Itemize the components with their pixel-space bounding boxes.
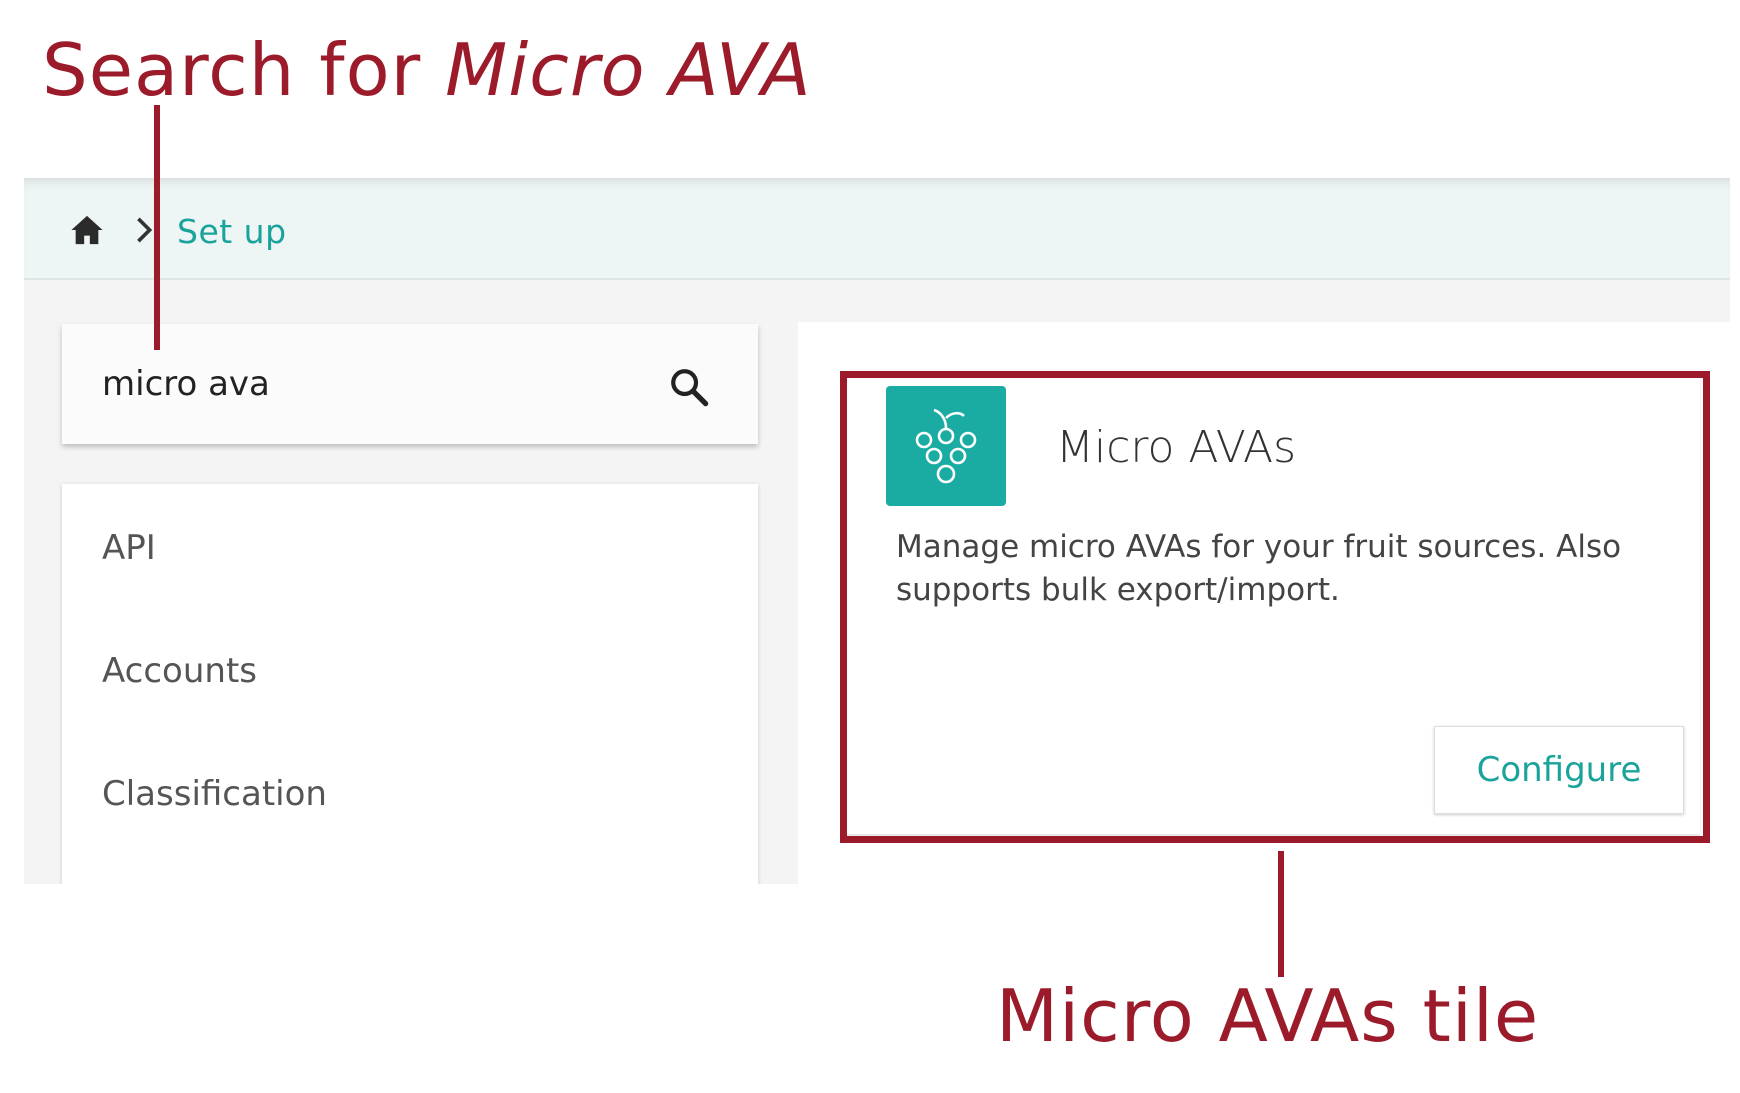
search-icon[interactable] <box>668 366 710 408</box>
chevron-right-icon <box>137 217 153 243</box>
annotation-highlight-box <box>840 371 1710 843</box>
annotation-text: Search for <box>42 28 446 112</box>
search-box[interactable]: micro ava <box>62 324 758 444</box>
sidebar-item-classification[interactable]: Classification <box>102 774 327 814</box>
breadcrumb-bar: Set up <box>24 178 1730 280</box>
annotation-line-bottom <box>1278 851 1284 977</box>
home-icon[interactable] <box>70 214 104 246</box>
search-input[interactable]: micro ava <box>102 364 270 404</box>
annotation-tile-callout: Micro AVAs tile <box>996 974 1540 1058</box>
annotation-line-top <box>154 105 160 350</box>
sidebar-item-api[interactable]: API <box>102 528 156 568</box>
annotation-text-italic: Micro AVA <box>445 28 812 112</box>
settings-list: API Accounts Classification <box>62 484 758 884</box>
breadcrumb-current[interactable]: Set up <box>177 212 287 251</box>
annotation-search-callout: Search for Micro AVA <box>42 34 812 106</box>
sidebar-item-accounts[interactable]: Accounts <box>102 651 257 691</box>
